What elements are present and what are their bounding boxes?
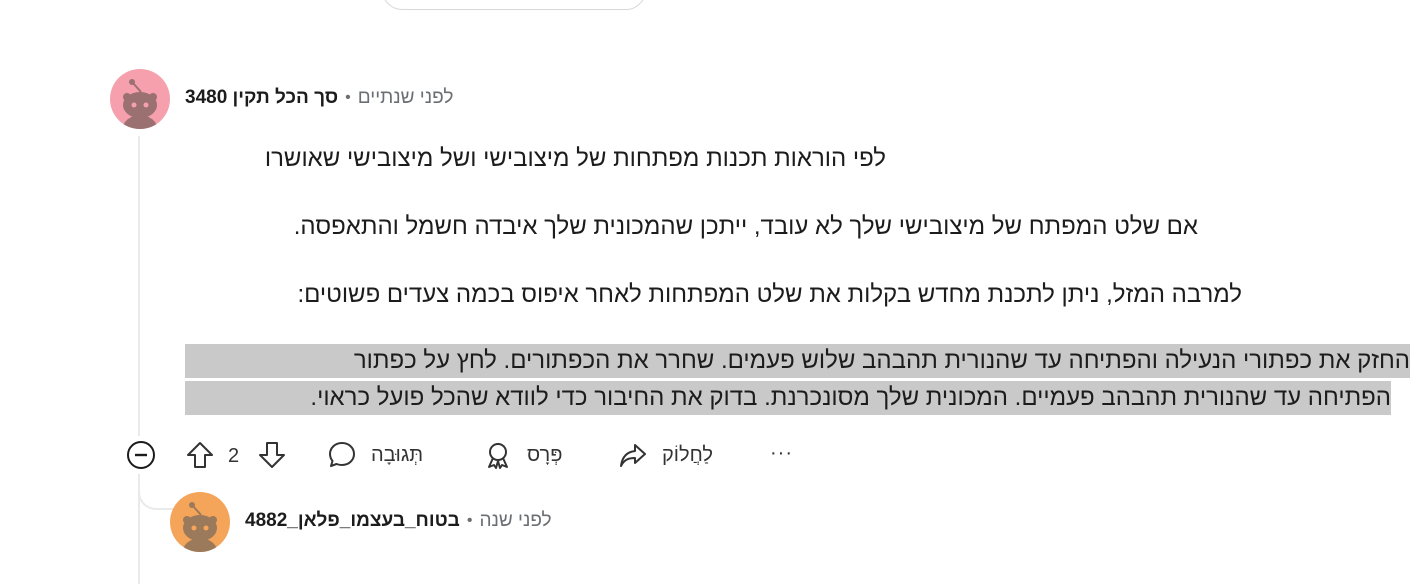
minus-circle-icon	[126, 440, 156, 470]
downvote-button[interactable]	[257, 440, 287, 470]
avatar[interactable]	[110, 69, 170, 129]
arrow-down-icon	[257, 440, 287, 470]
more-options-icon: ···	[770, 442, 793, 464]
share-label: לַחֲלוֹק	[662, 443, 713, 466]
snoo-avatar-icon	[110, 69, 170, 129]
highlighted-text-line: הפתיחה עד שהנורית תהבהב פעמיים. המכונית …	[185, 381, 1391, 415]
username[interactable]: בטוח_בעצמו_פלאן_4882	[245, 510, 460, 532]
highlighted-text-line: החזק את כפתורי הנעילה והפתיחה עד שהנורית…	[185, 344, 1410, 378]
speech-bubble-icon	[327, 440, 357, 470]
arrow-up-icon	[185, 440, 215, 470]
reply-meta: בטוח_בעצמו_פלאן_4882 • לפני שנה	[245, 510, 552, 532]
thread-line	[138, 474, 140, 584]
award-ribbon-icon	[483, 440, 513, 470]
snoo-avatar-icon	[170, 492, 230, 552]
comment-meta: סך הכל תקין 3480 • לפני שנתיים	[185, 87, 453, 109]
vote-count-label: 2	[228, 445, 240, 467]
thread-line	[138, 136, 140, 436]
comment-paragraph: אם שלט המפתח של מיצובישי שלך לא עובד, יי…	[293, 213, 1198, 240]
upvote-button[interactable]	[185, 440, 215, 470]
comment-paragraph: למרבה המזל, ניתן לתכנת מחדש בקלות את שלט…	[297, 281, 1242, 308]
share-button[interactable]: לַחֲלוֹק	[618, 440, 713, 470]
username[interactable]: סך הכל תקין 3480	[185, 87, 338, 109]
share-arrow-icon	[618, 440, 648, 470]
separator-dot: •	[466, 512, 473, 529]
comment-paragraph: לפי הוראות תכנות מפתחות של מיצובישי ושל …	[264, 145, 886, 172]
more-options-button[interactable]: ···	[770, 442, 793, 465]
reply-button[interactable]: תְּגוּבָה	[327, 440, 423, 470]
reply-label: תְּגוּבָה	[371, 443, 424, 466]
separator-dot: •	[345, 89, 351, 106]
vote-count: 2	[228, 445, 239, 468]
thread-branch	[138, 474, 174, 510]
search-pill[interactable]	[382, 0, 646, 10]
timestamp[interactable]: לפני שנה	[479, 510, 551, 532]
collapse-button[interactable]	[126, 440, 156, 470]
award-label: פְּרָס	[527, 443, 563, 466]
avatar[interactable]	[170, 492, 230, 552]
award-button[interactable]: פְּרָס	[483, 440, 562, 470]
comment-actions: 2 תְּגוּבָה פְּרָס לַחֲלוֹק ···	[120, 436, 820, 476]
timestamp[interactable]: לפני שנתיים	[358, 87, 454, 109]
